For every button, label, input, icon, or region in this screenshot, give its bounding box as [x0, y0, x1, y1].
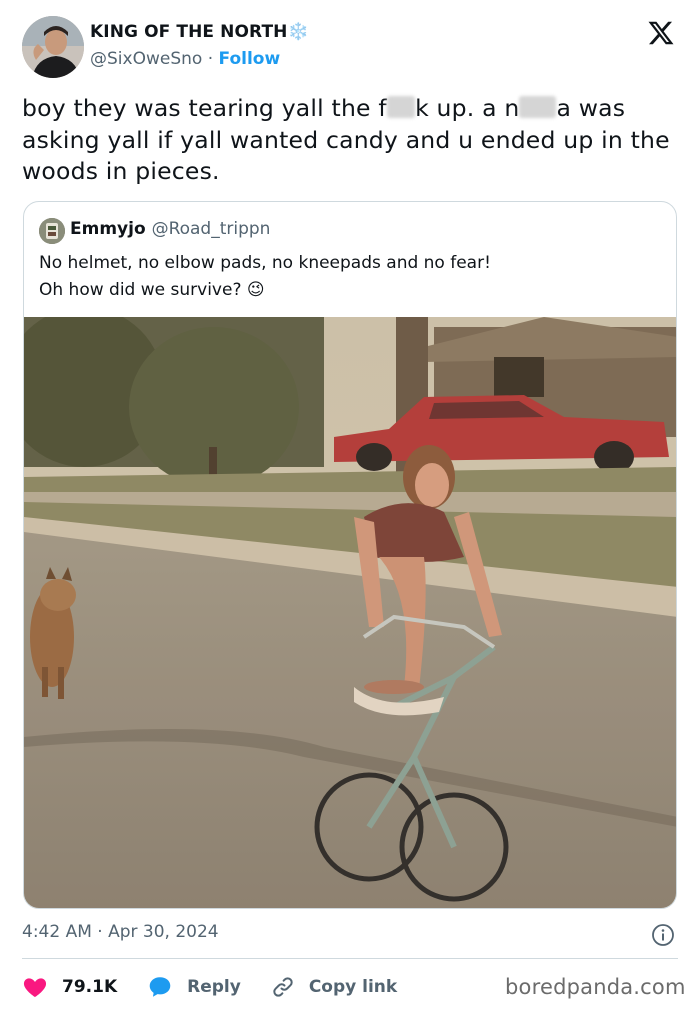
like-count: 79.1K	[62, 977, 118, 997]
censored-word-2: igg	[519, 96, 557, 118]
quoted-tweet[interactable]: Emmyjo @Road_trippn No helmet, no elbow …	[23, 201, 677, 909]
quoted-photo[interactable]	[24, 307, 676, 908]
x-logo-icon[interactable]	[646, 18, 676, 48]
author-name-text: KING OF THE NORTH	[90, 22, 288, 42]
quoted-text: No helmet, no elbow pads, no kneepads an…	[39, 250, 659, 304]
tweet-text-part1: boy they was tearing yall the f	[22, 94, 387, 122]
author-name[interactable]: KING OF THE NORTH❄️	[90, 22, 309, 42]
divider	[22, 958, 678, 959]
quoted-avatar[interactable]	[39, 218, 65, 244]
watermark: boredpanda.com	[505, 975, 686, 999]
tweet-text-part2: k up. a n	[415, 94, 520, 122]
handle-separator: ·	[207, 49, 214, 69]
tweet-text: boy they was tearing yall the fuck up. a…	[22, 93, 682, 188]
heart-icon	[23, 978, 47, 998]
reply-bubble-icon	[149, 977, 171, 997]
snowflake-emoji: ❄️	[287, 22, 309, 42]
quoted-author-name[interactable]: Emmyjo	[70, 219, 146, 239]
reply-button[interactable]: Reply	[147, 974, 241, 1000]
quoted-author: Emmyjo @Road_trippn	[70, 219, 270, 239]
link-icon	[273, 977, 293, 997]
quoted-text-line1: No helmet, no elbow pads, no kneepads an…	[39, 253, 491, 273]
action-bar: 79.1K Reply Copy link	[22, 972, 427, 1002]
author-handle-line: @SixOweSno · Follow	[90, 49, 280, 69]
meta-separator: ·	[97, 922, 103, 942]
like-button[interactable]: 79.1K	[22, 974, 117, 1000]
follow-button[interactable]: Follow	[219, 49, 281, 69]
info-icon[interactable]	[651, 923, 675, 947]
tweet-timestamp[interactable]: 4:42 AM · Apr 30, 2024	[22, 922, 219, 942]
quoted-text-line2: Oh how did we survive? 😉	[39, 280, 265, 300]
quoted-author-handle[interactable]: @Road_trippn	[152, 219, 271, 239]
reply-label: Reply	[187, 977, 241, 997]
censored-word-1: uc	[386, 96, 416, 118]
tweet-date: Apr 30, 2024	[108, 922, 219, 942]
tweet-time: 4:42 AM	[22, 922, 92, 942]
copy-link-button[interactable]: Copy link	[271, 975, 397, 999]
author-handle[interactable]: @SixOweSno	[90, 49, 202, 69]
copy-link-label: Copy link	[308, 977, 398, 997]
author-avatar[interactable]	[22, 16, 84, 78]
